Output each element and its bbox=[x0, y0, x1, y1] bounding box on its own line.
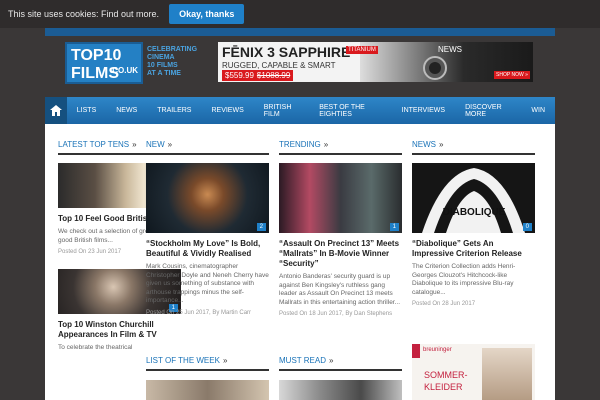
nav-item-interviews[interactable]: INTERVIEWS bbox=[392, 107, 455, 114]
nav-item-discover[interactable]: DISCOVER MORE bbox=[455, 104, 521, 118]
nav-item-lists[interactable]: LISTS bbox=[67, 107, 106, 114]
main-navigation: LISTS NEWS TRAILERS REVIEWS BRITISH FILM… bbox=[45, 97, 555, 124]
section-heading-list-of-week-text: LIST OF THE WEEK bbox=[146, 356, 220, 365]
article-thumbnail[interactable] bbox=[146, 380, 269, 400]
article-thumbnail[interactable]: 1 bbox=[279, 163, 402, 233]
ad-price-current: $559.99 bbox=[225, 71, 254, 80]
article-excerpt: Antonio Banderas' security guard is up a… bbox=[279, 273, 401, 306]
nav-item-best-eighties[interactable]: BEST OF THE EIGHTIES bbox=[309, 104, 391, 118]
article-meta: Posted On 28 Jun 2017 bbox=[412, 301, 476, 307]
section-heading-new[interactable]: NEW» bbox=[146, 140, 269, 155]
top-strip bbox=[45, 28, 555, 36]
ad-price-old: $1088.99 bbox=[256, 71, 291, 80]
nav-item-win[interactable]: WIN bbox=[521, 107, 555, 114]
ad-text-line1: SOMMER- bbox=[424, 370, 468, 380]
article-thumbnail[interactable] bbox=[279, 380, 402, 400]
double-chevron-icon: » bbox=[328, 356, 334, 365]
logo-domain: .CO.UK bbox=[110, 66, 138, 75]
ad-price: $559.99 $1088.99 bbox=[222, 70, 294, 81]
ad-text-line2: KLEIDER bbox=[424, 382, 463, 392]
home-icon bbox=[49, 105, 62, 116]
article-excerpt: To celebrate the theatrical bbox=[58, 344, 133, 351]
comment-count-badge: 1 bbox=[389, 223, 399, 231]
site-header: TOP10 FILMS .CO.UK CELEBRATING CINEMA 10… bbox=[45, 36, 555, 96]
ad-brand-name: breuninger bbox=[423, 347, 452, 353]
home-button[interactable] bbox=[45, 97, 67, 124]
site-logo[interactable]: TOP10 FILMS .CO.UK bbox=[65, 42, 143, 84]
column-news: NEWS» DIABOLIQUE 0 “Diabolique” Gets An … bbox=[412, 140, 535, 307]
section-heading-must-read-text: MUST READ bbox=[279, 356, 326, 365]
article-excerpt: Mark Cousins, cinematographer Christophe… bbox=[146, 263, 269, 304]
header-advertisement[interactable]: FĒNIX 3 SAPPHIRE TITANIUM RUGGED, CAPABL… bbox=[218, 42, 533, 82]
article-title[interactable]: Top 10 Winston Churchill Appearances In … bbox=[58, 320, 181, 340]
cookie-banner: This site uses cookies: Find out more. O… bbox=[0, 0, 600, 28]
site-tagline: CELEBRATING CINEMA 10 FILMS AT A TIME bbox=[147, 46, 197, 78]
article-title[interactable]: “Diabolique” Gets An Impressive Criterio… bbox=[412, 239, 535, 259]
section-heading-latest-text: LATEST TOP TENS bbox=[58, 140, 130, 149]
article-meta: Posted On 18 Jun 2017, By Dan Stephens bbox=[279, 311, 393, 317]
section-heading-trending-text: TRENDING bbox=[279, 140, 321, 149]
double-chevron-icon: » bbox=[323, 140, 329, 149]
diabolique-poster: DIABOLIQUE bbox=[412, 163, 535, 233]
article-title[interactable]: “Assault On Precinct 13” Meets “Mallrats… bbox=[279, 239, 402, 269]
article-excerpt: The Criterion Collection adds Henri-Geor… bbox=[412, 263, 516, 296]
logo-top10: TOP10 bbox=[71, 47, 122, 64]
nav-item-news[interactable]: NEWS bbox=[106, 107, 147, 114]
column-new: NEW» 2 “Stockholm My Love” Is Bold, Beau… bbox=[146, 140, 269, 316]
comment-count-badge: 0 bbox=[522, 223, 532, 231]
article-thumbnail[interactable]: DIABOLIQUE 0 bbox=[412, 163, 535, 233]
ad-subtitle: RUGGED, CAPABLE & SMART bbox=[222, 61, 336, 70]
ad-model-image bbox=[482, 348, 532, 400]
section-heading-news[interactable]: NEWS» bbox=[412, 140, 535, 155]
ad-title: FĒNIX 3 SAPPHIRE bbox=[222, 44, 351, 60]
sidebar-advertisement[interactable]: breuninger SOMMER- KLEIDER bbox=[412, 344, 535, 400]
main-content: LATEST TOP TENS» 7 Top 10 Feel Good Brit… bbox=[45, 124, 555, 400]
article-thumbnail[interactable]: 2 bbox=[146, 163, 269, 233]
nav-item-reviews[interactable]: REVIEWS bbox=[201, 107, 253, 114]
double-chevron-icon: » bbox=[132, 140, 137, 149]
ad-news-label: NEWS bbox=[438, 45, 462, 54]
nav-item-trailers[interactable]: TRAILERS bbox=[147, 107, 201, 114]
section-heading-trending[interactable]: TRENDING» bbox=[279, 140, 402, 155]
section-heading-list-of-week[interactable]: LIST OF THE WEEK» bbox=[146, 356, 269, 371]
column-trending: TRENDING» 1 “Assault On Precinct 13” Mee… bbox=[279, 140, 402, 317]
double-chevron-icon: » bbox=[167, 140, 173, 149]
ad-brand-badge: TITANIUM bbox=[346, 46, 378, 54]
tagline-line1: CELEBRATING bbox=[147, 46, 198, 53]
double-chevron-icon: » bbox=[222, 356, 228, 365]
tagline-line3: 10 FILMS bbox=[147, 62, 178, 69]
ad-brand-logo bbox=[412, 344, 420, 358]
tagline-line2: CINEMA bbox=[147, 54, 175, 61]
poster-title: DIABOLIQUE bbox=[443, 207, 506, 218]
cookie-text[interactable]: This site uses cookies: Find out more. bbox=[8, 9, 159, 19]
article-title[interactable]: “Stockholm My Love” Is Bold, Beautiful &… bbox=[146, 239, 269, 259]
section-heading-new-text: NEW bbox=[146, 140, 165, 149]
ad-shop-button[interactable]: SHOP NOW » bbox=[494, 71, 530, 79]
nav-item-british-film[interactable]: BRITISH FILM bbox=[254, 104, 309, 118]
comment-count-badge: 2 bbox=[256, 223, 266, 231]
cookie-accept-button[interactable]: Okay, thanks bbox=[169, 4, 245, 24]
section-heading-news-text: NEWS bbox=[412, 140, 436, 149]
article-meta: Posted On 25 Jun 2017, By Martin Carr bbox=[146, 309, 252, 316]
tagline-line4: AT A TIME bbox=[147, 70, 181, 77]
section-heading-must-read[interactable]: MUST READ» bbox=[279, 356, 402, 371]
double-chevron-icon: » bbox=[439, 140, 444, 149]
